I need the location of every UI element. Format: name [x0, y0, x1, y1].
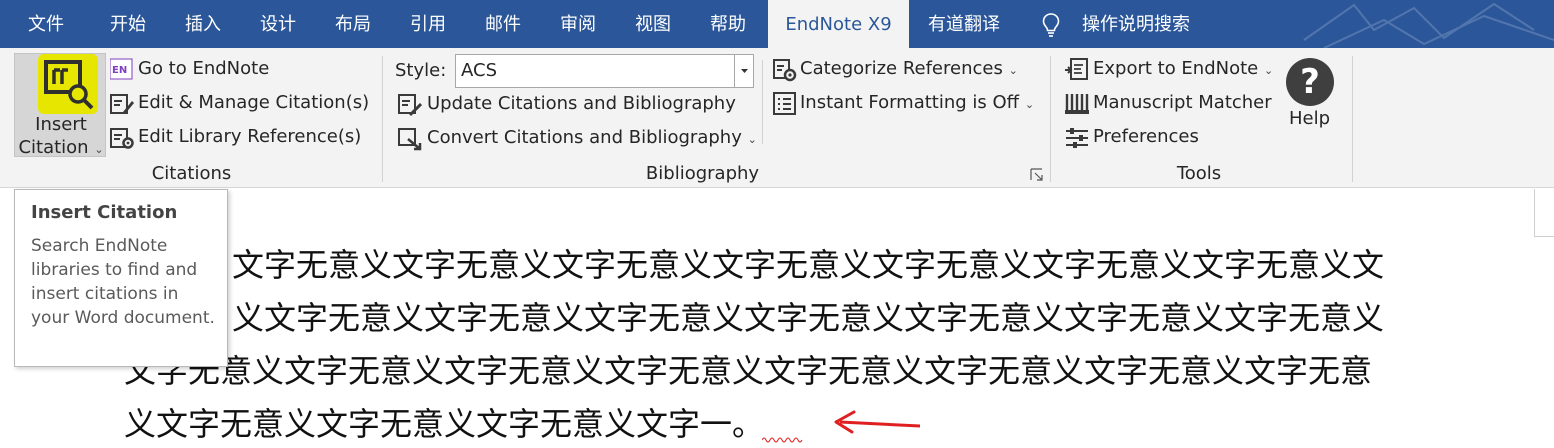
categorize-references-button[interactable]: Categorize References ⌄ — [800, 58, 1018, 82]
insert-citation-tooltip: Insert Citation Search EndNote libraries… — [14, 189, 228, 367]
manuscript-matcher-icon — [1065, 94, 1089, 114]
tooltip-title: Insert Citation — [31, 202, 178, 223]
endnote-ribbon: Insert Citation ⌄ EN Go to EndNote Edit … — [0, 48, 1554, 188]
chevron-down-icon: ⌄ — [1264, 64, 1274, 77]
dialog-launcher-icon[interactable] — [1030, 168, 1044, 182]
tab-mailings[interactable]: 邮件 — [485, 0, 521, 48]
convert-citations-button[interactable]: Convert Citations and Bibliography ⌄ — [427, 127, 757, 151]
edit-library-references-button[interactable]: Edit Library Reference(s) — [138, 126, 361, 148]
tab-file[interactable]: 文件 — [28, 0, 64, 48]
style-value: ACS — [461, 60, 497, 81]
style-select[interactable]: ACS — [455, 54, 754, 88]
tab-view[interactable]: 视图 — [635, 0, 671, 48]
tab-review[interactable]: 审阅 — [560, 0, 596, 48]
instant-formatting-icon — [773, 92, 796, 115]
endnote-logo-icon: EN — [110, 58, 133, 80]
chevron-down-icon: ⌄ — [1024, 98, 1035, 111]
tab-bar-decoration — [1303, 2, 1554, 48]
go-to-endnote-button[interactable]: Go to EndNote — [138, 58, 269, 80]
insert-citation-label-2: Citation ⌄ — [18, 137, 104, 158]
update-citations-button[interactable]: Update Citations and Bibliography — [427, 93, 736, 115]
document-line[interactable]: 义文字无意义文字无意义文字无意义文字一。 — [124, 404, 1536, 444]
tab-endnote[interactable]: EndNote X9 — [768, 0, 909, 48]
insert-citation-icon — [38, 54, 98, 114]
help-icon[interactable]: ? — [1286, 58, 1334, 106]
categorize-icon — [773, 59, 797, 82]
inner-divider — [762, 60, 763, 144]
document-line[interactable]: 文字无意义文字无意义文字无意义文字无意义文字无意义文字无意义文字无意义文字无意 — [124, 351, 1536, 391]
style-dropdown-button[interactable] — [734, 55, 753, 87]
bibliography-group-label: Bibliography — [645, 163, 760, 184]
tooltip-body: Search EndNote libraries to find and ins… — [31, 236, 215, 328]
edit-manage-citations-button[interactable]: Edit & Manage Citation(s) — [138, 92, 369, 114]
tab-design[interactable]: 设计 — [260, 0, 296, 48]
chevron-down-icon: ⌄ — [94, 143, 104, 156]
update-icon — [398, 94, 422, 117]
ribbon-tab-bar: 文件 开始 插入 设计 布局 引用 邮件 审阅 视图 帮助 EndNote X9… — [0, 0, 1554, 48]
lightbulb-icon — [1042, 13, 1060, 37]
tab-youdao-translate[interactable]: 有道翻译 — [928, 0, 1000, 48]
instant-formatting-button[interactable]: Instant Formatting is Off ⌄ — [800, 92, 1034, 116]
tab-home[interactable]: 开始 — [110, 0, 146, 48]
group-divider — [382, 56, 383, 182]
group-divider — [1352, 56, 1353, 182]
tell-me-search[interactable]: 操作说明搜索 — [1082, 0, 1190, 48]
citations-group-label: Citations — [151, 163, 232, 184]
chevron-down-icon: ⌄ — [1008, 64, 1018, 77]
edit-library-icon — [110, 128, 134, 149]
export-to-endnote-button[interactable]: Export to EndNote ⌄ — [1093, 58, 1273, 82]
help-button[interactable]: Help — [1289, 108, 1330, 130]
tab-layout[interactable]: 布局 — [335, 0, 371, 48]
preferences-icon — [1066, 128, 1088, 148]
preferences-button[interactable]: Preferences — [1093, 126, 1199, 148]
manuscript-matcher-button[interactable]: Manuscript Matcher — [1093, 92, 1272, 114]
chevron-down-icon: ⌄ — [747, 133, 757, 146]
spellcheck-underline — [762, 437, 803, 443]
edit-citation-icon — [110, 94, 134, 114]
document-line[interactable]: 文字无意义文字无意义文字无意义文字无意义文字无意义文字无意义文字无意义文 — [232, 245, 1536, 285]
group-divider — [1050, 56, 1051, 182]
red-arrow-annotation — [834, 410, 921, 434]
tab-insert[interactable]: 插入 — [185, 0, 221, 48]
insert-citation-button[interactable]: Insert Citation ⌄ — [14, 53, 106, 158]
chevron-down-icon — [741, 69, 748, 73]
style-label: Style: — [395, 60, 447, 81]
convert-icon — [398, 128, 422, 151]
document-line[interactable]: 义文字无意义文字无意义文字无意义文字无意义文字无意义文字无意义文字无意义 — [232, 298, 1536, 338]
insert-citation-label: Insert — [35, 114, 87, 135]
tab-help[interactable]: 帮助 — [710, 0, 746, 48]
page-edge — [1534, 189, 1554, 237]
tools-group-label: Tools — [1176, 163, 1222, 184]
tab-references[interactable]: 引用 — [410, 0, 446, 48]
export-icon — [1065, 58, 1088, 80]
svg-text:EN: EN — [112, 65, 127, 76]
